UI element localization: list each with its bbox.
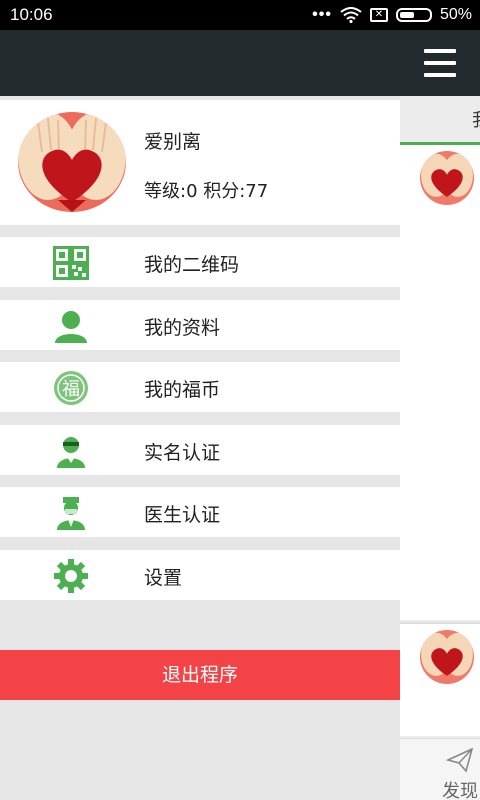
user-icon [55,311,87,343]
doctor-verify-icon [57,497,85,530]
menu-item-label: 我的资料 [144,317,221,339]
menu-item-label: 设置 [144,567,183,589]
status-bar: 10:06 ••• ✕ 50% [0,0,480,30]
hamburger-line [424,49,456,53]
feed-avatar[interactable] [420,630,474,684]
menu-item-doctor[interactable]: 医生认证 [0,487,400,537]
battery-percent: 50% [439,6,472,23]
avatar[interactable] [18,112,126,212]
feed-card[interactable] [400,145,480,620]
drawer-header [0,30,400,96]
menu-item-label: 实名认证 [144,442,221,464]
feed-card[interactable] [400,624,480,736]
menu-hamburger-button[interactable] [420,45,460,81]
menu-item-label: 医生认证 [144,504,221,526]
real-name-verify-icon [57,437,85,468]
bottom-nav-label: 发现 [442,781,478,800]
status-icons: ••• ✕ 50% [312,5,472,25]
profile-level-points: 等级:0 积分:77 [144,181,269,202]
tab-label-partial[interactable]: 我 [472,106,480,132]
bottom-nav-discover[interactable]: 发现 [400,738,480,800]
menu-item-fu-coin[interactable]: 福 我的福币 [0,362,400,412]
menu-item-profile[interactable]: 我的资料 [0,300,400,350]
qr-code-icon [53,246,89,280]
wifi-icon [340,7,362,23]
menu-item-label: 我的二维码 [144,254,240,276]
profile-name: 爱别离 [144,131,202,153]
no-sim-icon: ✕ [369,8,388,22]
battery-icon [395,8,432,22]
hamburger-line [424,73,456,77]
gear-icon [54,559,88,593]
menu-item-qr-code[interactable]: 我的二维码 [0,237,400,287]
feed-avatar[interactable] [420,151,474,205]
signal-dots-icon: ••• [312,6,332,23]
fu-coin-icon: 福 [54,371,88,405]
status-time: 10:06 [10,5,53,24]
menu-item-real-name[interactable]: 实名认证 [0,425,400,475]
logout-button[interactable]: 退出程序 [0,650,400,700]
menu-item-label: 我的福币 [144,379,221,401]
menu-item-settings[interactable]: 设置 [0,550,400,600]
svg-text:福: 福 [62,379,80,400]
side-drawer: 爱别离 等级:0 积分:77 我的二维码 我的资料 福 我的福币 实名认证 医生… [0,30,400,800]
hamburger-line [424,61,456,65]
profile-card[interactable]: 爱别离 等级:0 积分:77 [0,100,400,225]
paper-plane-icon [446,747,474,773]
